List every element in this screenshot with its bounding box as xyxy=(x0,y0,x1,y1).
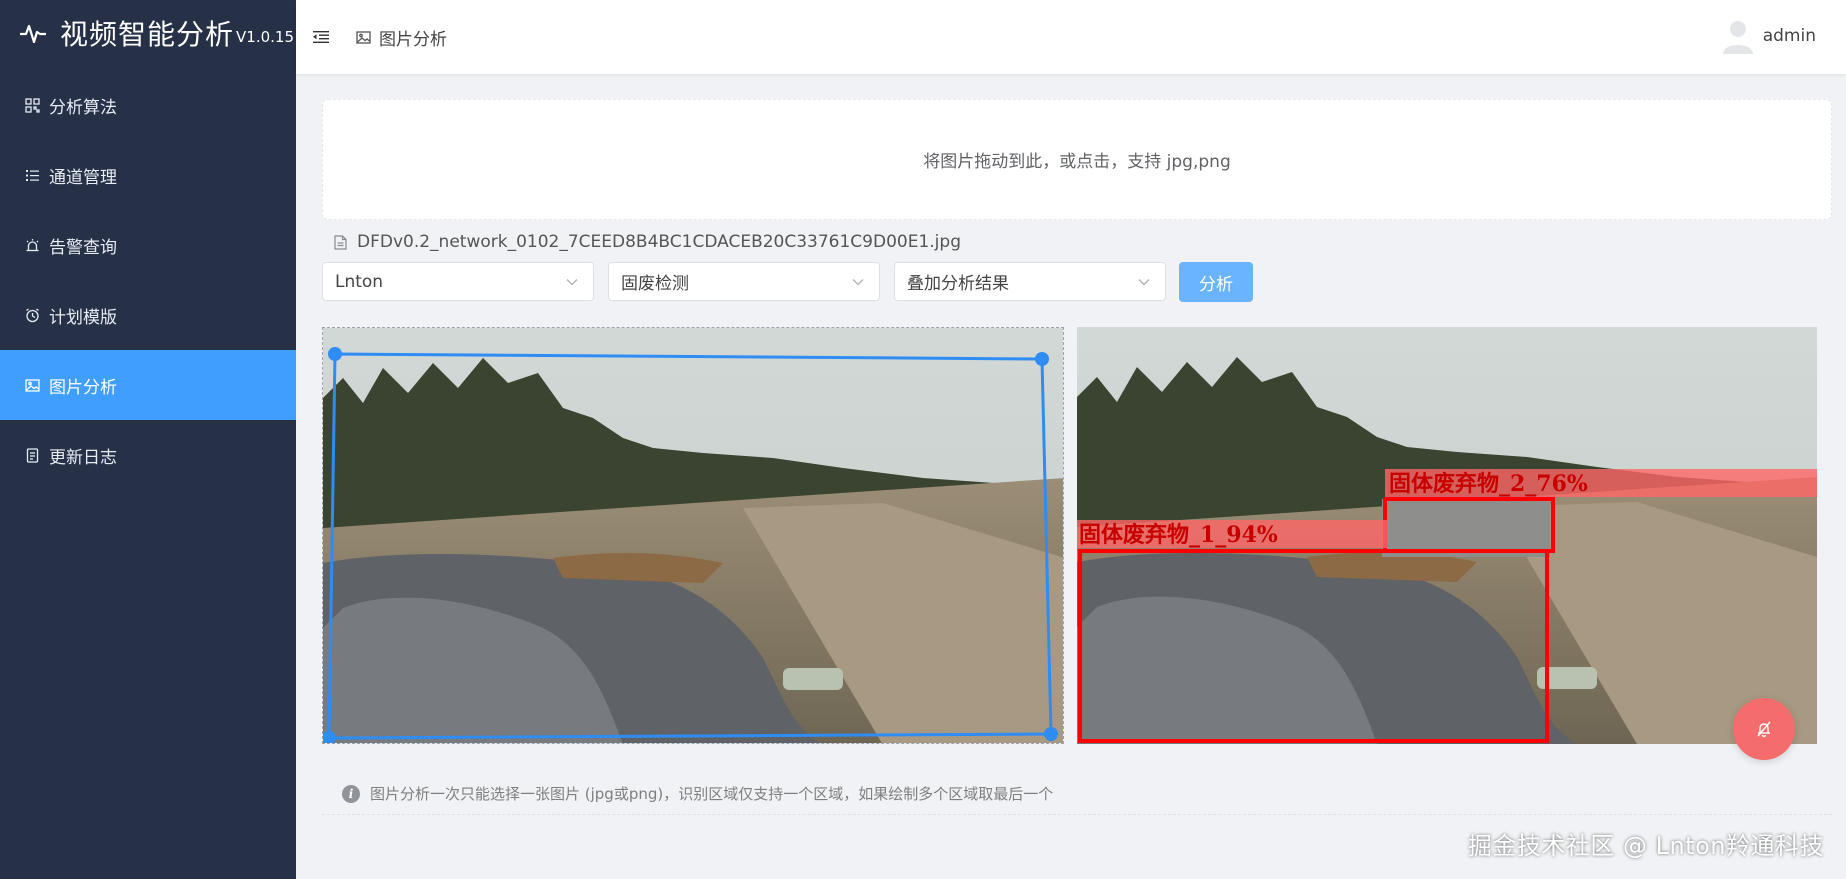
clock-icon xyxy=(24,307,40,323)
username: admin xyxy=(1762,26,1816,46)
sidebar-item-label: 图片分析 xyxy=(49,377,117,398)
watermark: 掘金技术社区 @ Lnton羚通科技 xyxy=(1467,832,1824,860)
photo-far-waste xyxy=(1382,499,1550,557)
source-image-pane[interactable] xyxy=(322,327,1064,744)
image-icon xyxy=(356,30,371,45)
sidebar-item-label: 告警查询 xyxy=(49,237,117,258)
selected-file: DFDv0.2_network_0102_7CEED8B4BC1CDACEB20… xyxy=(334,232,961,252)
info-icon: i xyxy=(342,784,360,803)
top-header: 图片分析 admin xyxy=(296,0,1846,74)
file-icon xyxy=(334,234,347,250)
sidebar-item-label: 更新日志 xyxy=(49,447,117,468)
region-handle[interactable] xyxy=(328,347,342,361)
pulse-icon xyxy=(20,24,46,44)
sidebar-item-label: 通道管理 xyxy=(49,167,117,188)
chevron-down-icon xyxy=(566,279,578,286)
sidebar-item-image-analysis[interactable]: 图片分析 xyxy=(0,350,296,420)
grid-icon xyxy=(24,97,40,113)
sidebar-item-algorithms[interactable]: 分析算法 xyxy=(0,70,296,140)
notification-off-button[interactable] xyxy=(1733,698,1795,760)
photo-bag xyxy=(783,668,843,690)
chevron-down-icon xyxy=(852,279,864,286)
select-algorithm[interactable]: 固废检测 xyxy=(608,262,880,301)
analyze-button[interactable]: 分析 xyxy=(1179,262,1253,302)
list-icon xyxy=(24,167,40,183)
detection-label: 固体废弃物_2_76% xyxy=(1389,471,1588,497)
sidebar-item-alarms[interactable]: 告警查询 xyxy=(0,210,296,280)
collapse-menu-icon[interactable] xyxy=(312,28,330,46)
sidebar-item-label: 计划模版 xyxy=(49,307,117,328)
file-name[interactable]: DFDv0.2_network_0102_7CEED8B4BC1CDACEB20… xyxy=(357,232,961,252)
region-handle[interactable] xyxy=(1035,352,1049,366)
result-image-pane: 固体废弃物_2_76% 固体废弃物_1_94% xyxy=(1077,327,1817,744)
chevron-down-icon xyxy=(1138,279,1150,286)
image-icon xyxy=(24,377,40,393)
sidebar-item-changelog[interactable]: 更新日志 xyxy=(0,420,296,490)
bell-off-icon xyxy=(1757,721,1771,738)
source-image-canvas[interactable] xyxy=(323,328,1064,744)
detection-label: 固体废弃物_1_94% xyxy=(1079,522,1278,548)
select-algorithm-value: 固废检测 xyxy=(621,274,689,294)
app-version: V1.0.15 xyxy=(236,28,294,46)
document-icon xyxy=(24,447,40,463)
usage-hint: i 图片分析一次只能选择一张图片 (jpg或png)，识别区域仅支持一个区域，如… xyxy=(322,773,1832,815)
select-output-mode[interactable]: 叠加分析结果 xyxy=(894,262,1166,301)
sidebar-menu: 分析算法 通道管理 告警查询 计划模版 图片分析 更新日志 xyxy=(0,70,296,490)
region-handle[interactable] xyxy=(1044,727,1058,741)
sidebar: 视频智能分析 V1.0.15 分析算法 通道管理 告警查询 计划模版 图片分析 … xyxy=(0,0,296,879)
upload-hint: 将图片拖动到此，或点击，支持 jpg,png xyxy=(923,152,1231,172)
breadcrumb-label: 图片分析 xyxy=(379,29,447,50)
select-engine[interactable]: Lnton xyxy=(322,262,594,301)
app-title: 视频智能分析 xyxy=(60,18,235,51)
upload-dropzone[interactable]: 将图片拖动到此，或点击，支持 jpg,png xyxy=(322,99,1832,220)
sidebar-item-label: 分析算法 xyxy=(49,97,117,118)
breadcrumb: 图片分析 xyxy=(356,25,447,50)
usage-hint-text: 图片分析一次只能选择一张图片 (jpg或png)，识别区域仅支持一个区域，如果绘… xyxy=(370,785,1054,803)
select-engine-value: Lnton xyxy=(335,271,384,292)
result-image-canvas: 固体废弃物_2_76% 固体废弃物_1_94% xyxy=(1077,327,1817,744)
avatar xyxy=(1722,21,1753,54)
alarm-icon xyxy=(24,237,40,253)
sidebar-item-plan-templates[interactable]: 计划模版 xyxy=(0,280,296,350)
user-menu[interactable]: admin xyxy=(1721,18,1816,54)
select-output-mode-value: 叠加分析结果 xyxy=(907,274,1009,294)
app-logo: 视频智能分析 V1.0.15 xyxy=(0,0,296,66)
sidebar-item-channels[interactable]: 通道管理 xyxy=(0,140,296,210)
